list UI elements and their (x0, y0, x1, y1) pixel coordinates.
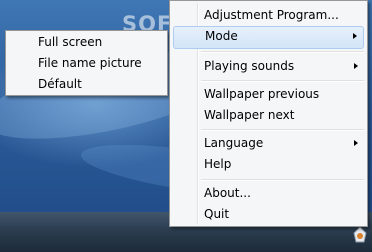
menu-item-label: Wallpaper next (204, 108, 295, 122)
menu-separator (201, 80, 364, 82)
menu-item-language[interactable]: Language (172, 133, 365, 154)
menu-separator (201, 51, 364, 53)
app-tray-icon[interactable] (352, 226, 368, 244)
menu-item-label: Adjustment Program... (204, 8, 339, 22)
submenu-item-label: Défault (38, 77, 82, 91)
menu-item-wallpaper-previous[interactable]: Wallpaper previous (172, 84, 365, 105)
submenu-item-label: Full screen (38, 35, 103, 49)
menu-separator (201, 179, 364, 181)
menu-item-label: About... (204, 186, 251, 200)
menu-item-adjustment-program[interactable]: Adjustment Program... (172, 5, 365, 26)
menu-item-label: Wallpaper previous (204, 87, 320, 101)
menu-item-label: Language (204, 136, 264, 150)
submenu-item-default[interactable]: Défault (8, 74, 165, 94)
menu-item-quit[interactable]: Quit (172, 204, 365, 225)
submenu-arrow-icon (354, 63, 358, 69)
submenu-arrow-icon (353, 33, 357, 39)
menu-item-playing-sounds[interactable]: Playing sounds (172, 56, 365, 77)
menu-item-label: Playing sounds (204, 59, 295, 73)
menu-separator (201, 129, 364, 131)
menu-item-mode[interactable]: Mode (173, 26, 364, 49)
mode-submenu: Full screen File name picture Défault (5, 30, 168, 96)
menu-item-label: Mode (205, 29, 238, 43)
app-tray-icon-graphic (353, 226, 367, 243)
submenu-arrow-icon (354, 140, 358, 146)
submenu-item-file-name-picture[interactable]: File name picture (8, 53, 165, 73)
context-menu: Adjustment Program... Mode Playing sound… (169, 0, 368, 227)
submenu-item-full-screen[interactable]: Full screen (8, 32, 165, 52)
menu-item-label: Help (204, 157, 232, 171)
menu-item-wallpaper-next[interactable]: Wallpaper next (172, 105, 365, 126)
menu-item-help[interactable]: Help (172, 154, 365, 175)
menu-item-about[interactable]: About... (172, 183, 365, 204)
menu-item-label: Quit (204, 207, 230, 221)
submenu-item-label: File name picture (38, 56, 142, 70)
